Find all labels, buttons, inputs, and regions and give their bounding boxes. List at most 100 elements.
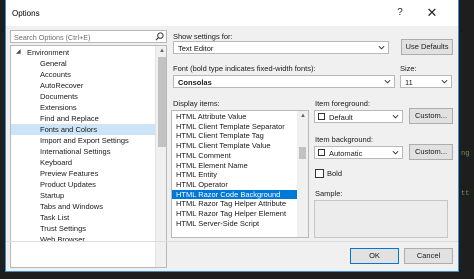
show-settings-combo[interactable]: Text Editor (173, 41, 389, 54)
editor-background-bottom (0, 272, 474, 279)
close-button[interactable]: ✕ (418, 4, 446, 22)
font-combo[interactable]: Consolas (173, 75, 395, 88)
tree-item-label: General (40, 59, 67, 68)
editor-text-fragment: ng (461, 150, 470, 158)
dropdown-arrow-icon (441, 79, 448, 84)
scroll-up-icon[interactable]: ▲ (159, 48, 165, 54)
tree-item-label: Keyboard (40, 158, 73, 167)
tree-item-accounts[interactable]: Accounts (11, 69, 155, 80)
tree-item-label: Import and Export Settings (40, 136, 129, 145)
tree-item-label: Product Updates (40, 180, 96, 189)
tree-item-label: Tabs and Windows (40, 202, 103, 211)
expand-caret-icon[interactable]: ◢ (16, 47, 21, 58)
dropdown-arrow-icon (392, 114, 399, 119)
tree-item-label: International Settings (40, 147, 111, 156)
tree-item-label: Startup (40, 191, 65, 200)
tree-item-trust-settings[interactable]: Trust Settings (11, 223, 155, 234)
list-item-selected[interactable]: HTML Razor Code Background (172, 189, 297, 200)
tree-item-general[interactable]: General (11, 58, 155, 69)
tree-item-documents[interactable]: Documents (11, 91, 155, 102)
tree-item-keyboard[interactable]: Keyboard (11, 157, 155, 168)
display-items-scrollbar-thumb[interactable] (299, 147, 306, 159)
size-label: Size: (400, 64, 417, 73)
tree-item-label: Documents (40, 92, 78, 101)
list-item[interactable]: HTML Razor Tag Helper Element (172, 209, 297, 219)
size-value: 11 (405, 77, 413, 87)
tree-item-tabs-and-windows[interactable]: Tabs and Windows (11, 201, 155, 212)
background-color-swatch (318, 149, 325, 156)
item-foreground-combo[interactable]: Default (314, 110, 403, 123)
item-foreground-value: Default (329, 112, 353, 122)
tree-item-startup[interactable]: Startup (11, 190, 155, 201)
tree-item-label: Find and Replace (40, 114, 99, 123)
bold-checkbox[interactable] (315, 169, 324, 178)
tree-item-label: AutoRecover (40, 81, 84, 90)
tree-item-label: Task List (40, 213, 70, 222)
bold-label: Bold (327, 169, 343, 178)
tree-item-label: Extensions (40, 103, 77, 112)
sample-label: Sample: (315, 189, 343, 198)
scroll-up-icon[interactable]: ▲ (300, 113, 306, 119)
tree-item-label: Web Browser (40, 235, 85, 244)
tree-item-preview-features[interactable]: Preview Features (11, 168, 155, 179)
tree-item-international[interactable]: International Settings (11, 146, 155, 157)
tree-item-task-list[interactable]: Task List (11, 212, 155, 223)
item-foreground-label: Item foreground: (315, 99, 371, 108)
item-background-value: Automatic (329, 148, 363, 158)
tree-item-label: Fonts and Colors (40, 125, 98, 134)
list-item[interactable]: HTML Client Template Tag (172, 131, 297, 141)
list-item[interactable]: HTML Client Template Separator (172, 122, 297, 132)
options-dialog: Options ? ✕ Search Options (Ctrl+E) ◢ En… (5, 0, 459, 272)
options-tree: ◢ Environment General Accounts AutoRecov… (10, 45, 167, 268)
search-options-input[interactable]: Search Options (Ctrl+E) (10, 30, 167, 43)
tree-item-environment[interactable]: ◢ Environment (11, 47, 155, 58)
ok-button[interactable]: OK (350, 248, 399, 264)
search-placeholder: Search Options (Ctrl+E) (14, 32, 91, 42)
font-label: Font (bold type indicates fixed-width fo… (173, 64, 316, 73)
search-icon (155, 32, 164, 41)
use-defaults-button[interactable]: Use Defaults (401, 39, 453, 55)
tree-item-import-export[interactable]: Import and Export Settings (11, 135, 155, 146)
list-item[interactable]: HTML Entity (172, 170, 297, 180)
foreground-color-swatch (318, 113, 325, 120)
cancel-button[interactable]: Cancel (404, 248, 453, 264)
list-item[interactable]: HTML Attribute Value (172, 112, 297, 122)
item-background-label: Item background: (315, 135, 373, 144)
custom-background-button[interactable]: Custom... (409, 144, 453, 160)
editor-background-right: ng tt (459, 0, 474, 279)
title-bar: Options ? ✕ (6, 0, 458, 26)
display-items-label: Display items: (173, 99, 220, 108)
display-items-scrollbar[interactable]: ▲ (297, 111, 308, 237)
tree-scrollbar[interactable]: ▲ (155, 46, 166, 267)
tree-item-fonts-and-colors[interactable]: Fonts and Colors (11, 124, 155, 135)
dialog-title: Options (12, 9, 40, 18)
tree-scrollbar-thumb[interactable] (158, 57, 166, 147)
tree-item-extensions[interactable]: Extensions (11, 102, 155, 113)
custom-foreground-button[interactable]: Custom... (409, 108, 453, 124)
list-item[interactable]: HTML Element Name (172, 161, 297, 171)
tree-item-label: Environment (27, 48, 70, 57)
tree-item-find-and-replace[interactable]: Find and Replace (11, 113, 155, 124)
item-background-combo[interactable]: Automatic (314, 146, 403, 159)
display-items-list: HTML Attribute Value HTML Client Templat… (171, 110, 309, 238)
show-settings-label: Show settings for: (173, 32, 233, 41)
list-item[interactable]: HTML Comment (172, 151, 297, 161)
dropdown-arrow-icon (384, 79, 391, 84)
help-button[interactable]: ? (386, 4, 414, 22)
tree-item-web-browser[interactable]: Web Browser (11, 234, 155, 245)
list-item[interactable]: HTML Client Template Value (172, 141, 297, 151)
font-value: Consolas (178, 77, 212, 87)
dropdown-arrow-icon (392, 150, 399, 155)
size-combo[interactable]: 11 (400, 75, 452, 88)
list-item[interactable]: HTML Server-Side Script (172, 219, 297, 229)
dropdown-arrow-icon (378, 45, 385, 50)
editor-text-fragment: tt (461, 190, 470, 198)
sample-preview (314, 200, 448, 238)
tree-item-label: Preview Features (40, 169, 99, 178)
list-item[interactable]: HTML Operator (172, 180, 297, 190)
tree-item-product-updates[interactable]: Product Updates (11, 179, 155, 190)
tree-item-label: Accounts (40, 70, 71, 79)
list-item[interactable]: HTML Razor Tag Helper Attribute (172, 199, 297, 209)
tree-item-label: Trust Settings (40, 224, 86, 233)
tree-item-autorecover[interactable]: AutoRecover (11, 80, 155, 91)
